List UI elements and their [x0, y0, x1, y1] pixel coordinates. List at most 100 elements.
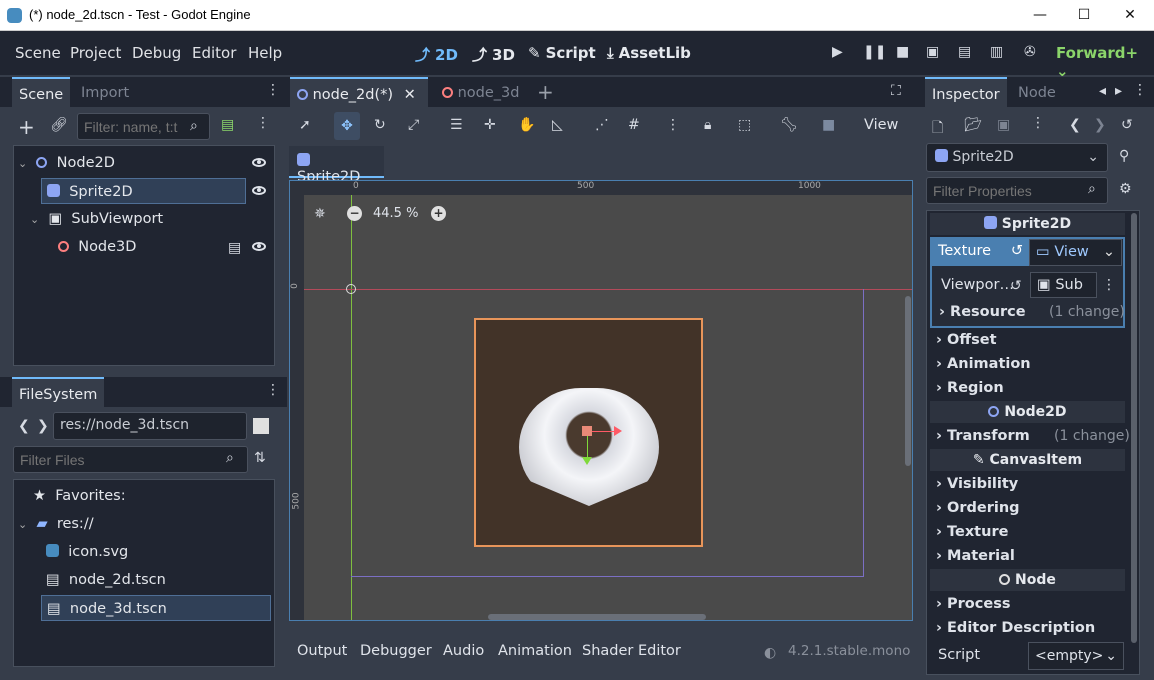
tab-node[interactable]: Node: [1011, 77, 1063, 107]
revert-icon[interactable]: ↺: [1011, 243, 1023, 259]
history-icon[interactable]: ↺: [1121, 117, 1133, 133]
back-icon[interactable]: ❮: [18, 418, 30, 434]
ruler-tool-icon[interactable]: ◺: [552, 117, 563, 133]
canvas-viewport[interactable]: 0 500 1000 0 500 ✵ − 44.5 % +: [289, 180, 913, 621]
prop-process[interactable]: › Process: [936, 596, 1010, 612]
open-resource-icon[interactable]: 📂︎: [964, 117, 982, 133]
prop-offset[interactable]: › Offset: [936, 332, 997, 348]
prop-editor-description[interactable]: › Editor Description: [936, 620, 1095, 636]
prop-texture[interactable]: › Texture: [936, 524, 1008, 540]
texture-value[interactable]: ▭ View ⌄: [1029, 239, 1122, 266]
pan-tool-icon[interactable]: ✋: [518, 117, 535, 133]
zoom-in-button[interactable]: +: [431, 206, 446, 221]
split-mode-icon[interactable]: [253, 418, 269, 434]
prop-transform[interactable]: › Transform: [936, 428, 1030, 444]
visibility-eye-icon[interactable]: [252, 186, 266, 195]
menu-editor[interactable]: Editor: [192, 44, 236, 62]
camera-override-icon[interactable]: ■: [822, 117, 835, 133]
tab-node2d[interactable]: node_2d(*) ✕: [290, 77, 428, 107]
main-2d-button[interactable]: ⤴ 2D: [415, 44, 458, 65]
menu-scene[interactable]: Scene: [15, 44, 61, 62]
history-back-icon[interactable]: ❮: [1069, 117, 1081, 133]
group-icon[interactable]: ⬚: [738, 117, 751, 133]
remote-debug-icon[interactable]: ▣: [926, 44, 939, 60]
history-forward-icon[interactable]: ❯: [1094, 117, 1106, 133]
new-resource-icon[interactable]: 🗋︎: [932, 117, 943, 141]
sort-icon[interactable]: ⇅: [254, 450, 266, 466]
close-window-button[interactable]: ✕: [1110, 4, 1150, 26]
prop-animation[interactable]: › Animation: [936, 356, 1031, 372]
main-script-button[interactable]: ✎ Script: [528, 44, 596, 62]
dock-left-icon[interactable]: ◂: [1099, 83, 1106, 99]
instanced-scene-icon[interactable]: ▤: [228, 240, 241, 256]
instance-scene-icon[interactable]: ▤: [221, 117, 234, 133]
menu-project[interactable]: Project: [70, 44, 121, 62]
dock-menu-icon[interactable]: ⋮: [266, 382, 280, 398]
prop-material[interactable]: › Material: [936, 548, 1015, 564]
play-scene-icon[interactable]: ▤: [958, 44, 971, 60]
scene-menu-icon[interactable]: ⋮: [256, 115, 270, 131]
distraction-free-icon[interactable]: ⛶: [891, 83, 901, 99]
inspector-scrollbar[interactable]: [1131, 213, 1137, 643]
resource-section[interactable]: › Resource: [939, 304, 1026, 320]
bone-icon[interactable]: 🦴︎: [780, 117, 798, 133]
scale-tool-icon[interactable]: ⤢: [408, 117, 419, 133]
gizmo-center[interactable]: [582, 426, 592, 436]
resource-menu-icon[interactable]: ⋮: [1031, 115, 1045, 131]
tree-node-node2d[interactable]: ⌄ Node2D: [18, 150, 268, 176]
tab-import[interactable]: Import: [74, 77, 136, 107]
main-assetlib-button[interactable]: ⤓ AssetLib: [607, 44, 691, 62]
tab-scene[interactable]: Scene: [12, 77, 71, 107]
pause-icon[interactable]: ❚❚: [863, 44, 886, 60]
movie-maker-icon[interactable]: ✇: [1024, 44, 1036, 60]
prop-ordering[interactable]: › Ordering: [936, 500, 1020, 516]
tree-node-subviewport[interactable]: ⌄ ▣ SubViewport: [30, 206, 260, 232]
smart-snap-icon[interactable]: ⋰: [595, 117, 609, 133]
link-icon[interactable]: 🔗︎: [50, 117, 68, 133]
zoom-level[interactable]: 44.5 %: [373, 206, 418, 221]
path-field[interactable]: res://node_3d.tscn: [53, 412, 247, 440]
filesystem-filter-input[interactable]: [13, 446, 248, 473]
file-node3d-tscn[interactable]: ▤ node_3d.tscn: [41, 595, 271, 621]
tab-shader-editor[interactable]: Shader Editor: [582, 643, 681, 659]
visibility-eye-icon[interactable]: [252, 242, 266, 251]
add-tab-icon[interactable]: +: [537, 80, 554, 104]
renderer-select[interactable]: Forward+ ⌄: [1056, 44, 1154, 80]
stop-icon[interactable]: ■: [896, 44, 909, 60]
pivot-tool-icon[interactable]: ✛: [484, 117, 496, 133]
prop-region[interactable]: › Region: [936, 380, 1004, 396]
forward-icon[interactable]: ❯: [37, 418, 49, 434]
select-tool-icon[interactable]: ➚: [299, 117, 311, 133]
move-tool-icon[interactable]: ✥: [334, 112, 360, 140]
rotate-tool-icon[interactable]: ↻: [374, 117, 386, 133]
tab-filesystem[interactable]: FileSystem: [12, 377, 105, 407]
grid-snap-icon[interactable]: #: [628, 117, 640, 133]
add-node-icon[interactable]: +: [18, 115, 35, 139]
object-selector[interactable]: Sprite2D ⌄: [926, 143, 1108, 172]
prop-visibility[interactable]: › Visibility: [936, 476, 1018, 492]
vertical-scrollbar[interactable]: [905, 296, 911, 466]
tab-node3d[interactable]: node_3d: [435, 77, 526, 107]
play-custom-scene-icon[interactable]: ▥: [990, 44, 1003, 60]
update-spinner-icon[interactable]: ◐: [764, 645, 776, 661]
tab-animation[interactable]: Animation: [498, 643, 572, 659]
snap-options-icon[interactable]: ⋮: [666, 117, 680, 133]
play-icon[interactable]: ▶: [832, 44, 843, 60]
file-icon-svg[interactable]: icon.svg: [46, 539, 128, 565]
viewport-menu-icon[interactable]: ⋮: [1102, 277, 1116, 293]
object-properties-icon[interactable]: ⚲: [1119, 148, 1129, 164]
tab-audio[interactable]: Audio: [443, 643, 484, 659]
file-node2d-tscn[interactable]: ▤ node_2d.tscn: [46, 567, 166, 593]
version-label[interactable]: 4.2.1.stable.mono: [788, 643, 910, 659]
view-menu[interactable]: View: [864, 117, 898, 133]
center-view-icon[interactable]: ✵: [314, 206, 326, 222]
maximize-button[interactable]: ☐: [1064, 4, 1104, 26]
filter-properties-input[interactable]: [926, 177, 1108, 204]
inspector-options-icon[interactable]: ⚙: [1119, 181, 1132, 197]
list-select-icon[interactable]: ☰: [450, 117, 463, 133]
dock-menu-icon[interactable]: ⋮: [1133, 82, 1147, 98]
dock-menu-icon[interactable]: ⋮: [266, 82, 280, 98]
texture-property-label[interactable]: Texture ↺: [932, 239, 1029, 266]
revert-icon[interactable]: ↺: [1010, 278, 1022, 294]
menu-help[interactable]: Help: [248, 44, 282, 62]
